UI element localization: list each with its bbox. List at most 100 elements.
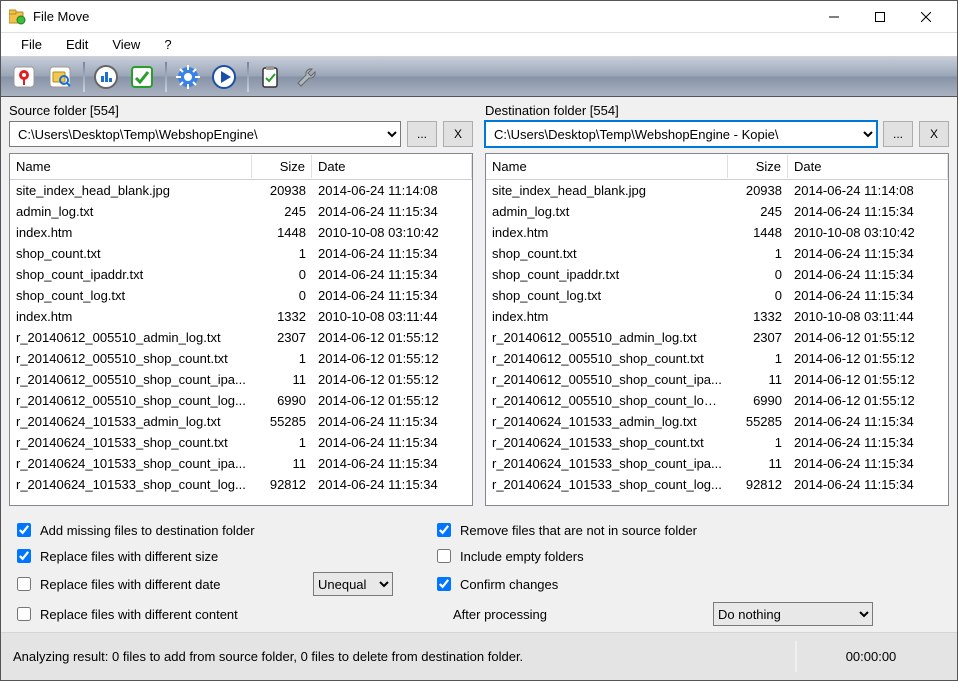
panes-header: Source folder [554] C:\Users\Desktop\Tem…	[1, 97, 957, 149]
source-label: Source folder [554]	[9, 103, 473, 118]
maximize-button[interactable]	[857, 2, 903, 32]
cell-size: 1	[728, 351, 788, 366]
analyze-icon[interactable]	[89, 60, 123, 94]
clipboard-icon[interactable]	[253, 60, 287, 94]
status-message: Analyzing result: 0 files to add from so…	[13, 649, 795, 664]
cell-size: 1	[252, 246, 312, 261]
cell-date: 2014-06-24 11:15:34	[312, 246, 472, 261]
table-row[interactable]: admin_log.txt2452014-06-24 11:15:34	[10, 201, 472, 222]
table-row[interactable]: shop_count_ipaddr.txt02014-06-24 11:15:3…	[486, 264, 948, 285]
cell-name: r_20140624_101533_shop_count_log...	[486, 477, 728, 492]
toolbar	[1, 57, 957, 97]
table-row[interactable]: r_20140624_101533_admin_log.txt552852014…	[10, 411, 472, 432]
table-row[interactable]: r_20140624_101533_shop_count.txt12014-06…	[486, 432, 948, 453]
close-button[interactable]	[903, 2, 949, 32]
table-row[interactable]: r_20140612_005510_admin_log.txt23072014-…	[10, 327, 472, 348]
source-clear-button[interactable]: X	[443, 121, 473, 147]
cell-size: 6990	[252, 393, 312, 408]
menu-edit[interactable]: Edit	[54, 34, 100, 55]
col-size[interactable]: Size	[252, 155, 312, 178]
table-row[interactable]: r_20140612_005510_admin_log.txt23072014-…	[486, 327, 948, 348]
table-row[interactable]: r_20140624_101533_shop_count_ipa...11201…	[486, 453, 948, 474]
col-size[interactable]: Size	[728, 155, 788, 178]
dest-path-combo[interactable]: C:\Users\Desktop\Temp\WebshopEngine - Ko…	[485, 121, 877, 147]
chk-replace-size[interactable]: Replace files with different size	[13, 546, 313, 566]
cell-date: 2014-06-12 01:55:12	[788, 330, 948, 345]
chk-remove-not-source[interactable]: Remove files that are not in source fold…	[433, 520, 713, 540]
source-browse-button[interactable]: ...	[407, 121, 437, 147]
cell-date: 2014-06-24 11:15:34	[312, 477, 472, 492]
minimize-button[interactable]	[811, 2, 857, 32]
window-title: File Move	[33, 9, 811, 24]
sync-icon[interactable]	[125, 60, 159, 94]
chk-add-missing[interactable]: Add missing files to destination folder	[13, 520, 313, 540]
source-list-body[interactable]: site_index_head_blank.jpg209382014-06-24…	[10, 180, 472, 505]
source-path-combo[interactable]: C:\Users\Desktop\Temp\WebshopEngine\	[9, 121, 401, 147]
cell-date: 2014-06-24 11:15:34	[788, 456, 948, 471]
table-row[interactable]: r_20140612_005510_shop_count_ipa...11201…	[486, 369, 948, 390]
drive-search-icon[interactable]	[43, 60, 77, 94]
chk-confirm[interactable]: Confirm changes	[433, 574, 713, 594]
date-mode-select[interactable]: Unequal	[313, 572, 393, 596]
table-row[interactable]: r_20140624_101533_shop_count_ipa...11201…	[10, 453, 472, 474]
dest-clear-button[interactable]: X	[919, 121, 949, 147]
after-processing-select[interactable]: Do nothing	[713, 602, 873, 626]
table-row[interactable]: shop_count_log.txt02014-06-24 11:15:34	[10, 285, 472, 306]
table-row[interactable]: r_20140612_005510_shop_count.txt12014-06…	[10, 348, 472, 369]
table-row[interactable]: site_index_head_blank.jpg209382014-06-24…	[486, 180, 948, 201]
cell-name: index.htm	[10, 225, 252, 240]
table-row[interactable]: index.htm14482010-10-08 03:10:42	[10, 222, 472, 243]
table-row[interactable]: r_20140624_101533_shop_count_log...92812…	[10, 474, 472, 495]
cell-date: 2014-06-12 01:55:12	[788, 351, 948, 366]
table-row[interactable]: site_index_head_blank.jpg209382014-06-24…	[10, 180, 472, 201]
table-row[interactable]: shop_count_ipaddr.txt02014-06-24 11:15:3…	[10, 264, 472, 285]
settings-gear-icon[interactable]	[171, 60, 205, 94]
wrench-icon[interactable]	[289, 60, 323, 94]
cell-date: 2014-06-24 11:15:34	[312, 267, 472, 282]
menu-view[interactable]: View	[100, 34, 152, 55]
chk-include-empty[interactable]: Include empty folders	[433, 546, 713, 566]
toolbar-sep-3	[247, 62, 249, 92]
cell-size: 245	[252, 204, 312, 219]
chk-replace-date[interactable]: Replace files with different date	[13, 574, 313, 594]
table-row[interactable]: r_20140624_101533_admin_log.txt552852014…	[486, 411, 948, 432]
cell-date: 2014-06-24 11:15:34	[788, 204, 948, 219]
cell-name: r_20140612_005510_shop_count_ipa...	[486, 372, 728, 387]
cell-date: 2014-06-12 01:55:12	[312, 372, 472, 387]
table-row[interactable]: index.htm13322010-10-08 03:11:44	[486, 306, 948, 327]
table-row[interactable]: r_20140612_005510_shop_count_log...69902…	[10, 390, 472, 411]
cell-size: 11	[728, 372, 788, 387]
table-row[interactable]: admin_log.txt2452014-06-24 11:15:34	[486, 201, 948, 222]
cell-name: r_20140612_005510_shop_count_ipa...	[10, 372, 252, 387]
cell-date: 2014-06-24 11:14:08	[788, 183, 948, 198]
cell-date: 2010-10-08 03:10:42	[788, 225, 948, 240]
table-row[interactable]: index.htm14482010-10-08 03:10:42	[486, 222, 948, 243]
cell-name: index.htm	[486, 225, 728, 240]
table-row[interactable]: shop_count_log.txt02014-06-24 11:15:34	[486, 285, 948, 306]
table-row[interactable]: shop_count.txt12014-06-24 11:15:34	[486, 243, 948, 264]
cell-size: 245	[728, 204, 788, 219]
table-row[interactable]: r_20140612_005510_shop_count_ipa...11201…	[10, 369, 472, 390]
app-icon	[9, 9, 27, 25]
table-row[interactable]: r_20140624_101533_shop_count_log...92812…	[486, 474, 948, 495]
toolbar-sep-2	[165, 62, 167, 92]
table-row[interactable]: r_20140612_005510_shop_count.txt12014-06…	[486, 348, 948, 369]
cell-size: 55285	[728, 414, 788, 429]
dest-list-body[interactable]: site_index_head_blank.jpg209382014-06-24…	[486, 180, 948, 505]
dest-browse-button[interactable]: ...	[883, 121, 913, 147]
table-row[interactable]: shop_count.txt12014-06-24 11:15:34	[10, 243, 472, 264]
chk-replace-content[interactable]: Replace files with different content	[13, 604, 313, 624]
cell-name: r_20140624_101533_shop_count_ipa...	[486, 456, 728, 471]
play-icon[interactable]	[207, 60, 241, 94]
col-date[interactable]: Date	[312, 155, 472, 178]
pin-icon[interactable]	[7, 60, 41, 94]
table-row[interactable]: r_20140612_005510_shop_count_log....6990…	[486, 390, 948, 411]
table-row[interactable]: index.htm13322010-10-08 03:11:44	[10, 306, 472, 327]
col-name[interactable]: Name	[486, 155, 728, 178]
col-name[interactable]: Name	[10, 155, 252, 178]
menu-file[interactable]: File	[9, 34, 54, 55]
table-row[interactable]: r_20140624_101533_shop_count.txt12014-06…	[10, 432, 472, 453]
menu-help[interactable]: ?	[152, 34, 183, 55]
col-date[interactable]: Date	[788, 155, 948, 178]
cell-name: r_20140612_005510_shop_count.txt	[486, 351, 728, 366]
